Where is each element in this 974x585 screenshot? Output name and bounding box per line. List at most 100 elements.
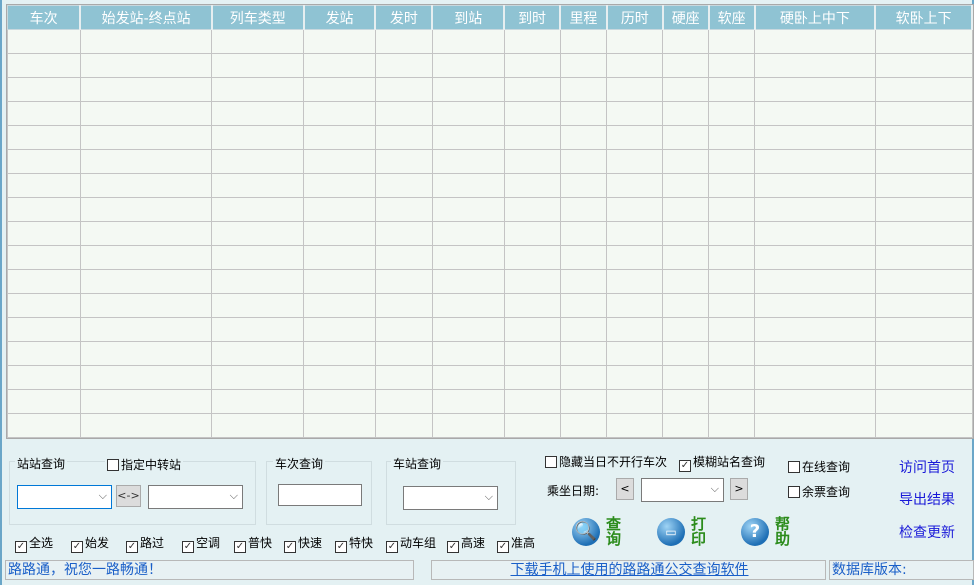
column-header[interactable]: 到站 [431, 5, 506, 30]
table-cell [374, 173, 433, 198]
table-cell [662, 29, 710, 54]
column-header[interactable]: 里程 [559, 5, 608, 30]
checkbox-box: ✓ [15, 541, 27, 553]
column-header[interactable]: 车次 [7, 5, 82, 30]
table-row[interactable] [7, 269, 973, 294]
table-cell [662, 125, 710, 150]
filter-checkbox[interactable]: ✓ 空调 [182, 534, 220, 553]
stop-station-combo[interactable]: ⌵ [403, 486, 498, 510]
printer-icon: ▭ [657, 518, 685, 546]
column-header[interactable]: 软卧上下 [874, 5, 973, 30]
visit-home-link[interactable]: 访问首页 [899, 457, 955, 477]
table-cell [374, 245, 433, 270]
table-cell [79, 53, 213, 78]
query-button[interactable]: 🔍 查询 [572, 517, 622, 547]
column-header[interactable]: 列车类型 [211, 5, 305, 30]
hide-non-running-checkbox[interactable]: 隐藏当日不开行车次 [545, 453, 667, 470]
table-row[interactable] [7, 101, 973, 126]
table-cell [559, 389, 608, 414]
table-cell [303, 389, 376, 414]
table-row[interactable] [7, 245, 973, 270]
column-header[interactable]: 发时 [374, 5, 434, 30]
table-cell [559, 365, 608, 390]
filter-checkbox[interactable]: ✓ 路过 [126, 534, 164, 553]
table-row[interactable] [7, 29, 973, 54]
results-grid[interactable]: 车次 始发站-终点站 列车类型 发站 发时 到站 到时 里程 历时 硬座 软座 硬卧上中下 软卧上下 [6, 4, 974, 439]
table-cell [431, 389, 505, 414]
table-cell [303, 341, 376, 366]
download-app-link[interactable]: 下载手机上使用的路路通公交查询软件 [511, 562, 749, 578]
export-results-link[interactable]: 导出结果 [899, 489, 955, 509]
filter-checkbox[interactable]: ✓ 始发 [71, 534, 109, 553]
table-cell [79, 413, 213, 438]
date-combo[interactable]: ⌵ [641, 478, 724, 502]
to-station-combo[interactable]: ⌵ [148, 485, 243, 509]
table-cell [374, 269, 433, 294]
filter-checkbox[interactable]: ✓ 高速 [447, 534, 485, 553]
table-row[interactable] [7, 197, 973, 222]
table-row[interactable] [7, 341, 973, 366]
next-date-button[interactable]: > [730, 478, 748, 500]
column-header[interactable]: 硬座 [662, 5, 710, 30]
filter-label: 普快 [248, 536, 273, 550]
filter-checkbox[interactable]: ✓ 动车组 [386, 534, 436, 553]
table-cell [79, 173, 213, 198]
table-cell [503, 221, 561, 246]
table-cell [662, 197, 710, 222]
transfer-checkbox[interactable]: 指定中转站 [105, 456, 184, 473]
help-button[interactable]: ? 帮助 [741, 517, 791, 547]
table-row[interactable] [7, 389, 973, 414]
table-cell [606, 389, 664, 414]
table-row[interactable] [7, 77, 973, 102]
table-cell [754, 341, 876, 366]
table-row[interactable] [7, 293, 973, 318]
column-header[interactable]: 始发站-终点站 [79, 5, 213, 30]
filter-checkbox[interactable]: ✓ 快速 [284, 534, 322, 553]
filter-checkbox[interactable]: ✓ 特快 [335, 534, 373, 553]
column-header[interactable]: 软座 [708, 5, 756, 30]
table-cell [708, 221, 756, 246]
from-station-combo[interactable]: ⌵ [17, 485, 112, 509]
print-button[interactable]: ▭ 打印 [657, 517, 707, 547]
column-header[interactable]: 历时 [606, 5, 664, 30]
column-header[interactable]: 发站 [303, 5, 377, 30]
table-cell [7, 317, 81, 342]
table-row[interactable] [7, 53, 973, 78]
table-cell [874, 125, 973, 150]
table-cell [559, 101, 608, 126]
filter-checkbox[interactable]: ✓ 全选 [15, 534, 53, 553]
table-row[interactable] [7, 317, 973, 342]
table-cell [211, 101, 305, 126]
train-number-input[interactable] [278, 484, 362, 506]
table-cell [754, 197, 876, 222]
table-cell [431, 317, 505, 342]
table-cell [606, 197, 664, 222]
table-row[interactable] [7, 413, 973, 438]
filter-checkbox[interactable]: ✓ 普快 [234, 534, 272, 553]
filter-checkbox[interactable]: ✓ 准高 [497, 534, 535, 553]
check-update-link[interactable]: 检查更新 [899, 522, 955, 542]
table-cell [374, 317, 433, 342]
column-header[interactable]: 硬卧上中下 [754, 5, 877, 30]
table-cell [708, 77, 756, 102]
table-row[interactable] [7, 365, 973, 390]
table-row[interactable] [7, 221, 973, 246]
ticket-query-checkbox[interactable]: 余票查询 [788, 483, 850, 500]
checkbox-box: ✓ [126, 541, 138, 553]
swap-button[interactable]: <-> [116, 485, 141, 507]
prev-date-button[interactable]: < [616, 478, 634, 500]
table-row[interactable] [7, 149, 973, 174]
table-cell [559, 269, 608, 294]
fuzzy-name-checkbox[interactable]: ✓ 模糊站名查询 [679, 453, 765, 472]
column-header[interactable]: 到时 [503, 5, 561, 30]
table-cell [211, 77, 305, 102]
table-cell [606, 269, 664, 294]
table-row[interactable] [7, 173, 973, 198]
online-query-checkbox[interactable]: 在线查询 [788, 458, 850, 475]
chevron-down-icon: ⌵ [484, 490, 493, 503]
table-cell [559, 245, 608, 270]
table-cell [708, 53, 756, 78]
table-row[interactable] [7, 125, 973, 150]
table-cell [708, 101, 756, 126]
filter-label: 动车组 [400, 536, 437, 550]
